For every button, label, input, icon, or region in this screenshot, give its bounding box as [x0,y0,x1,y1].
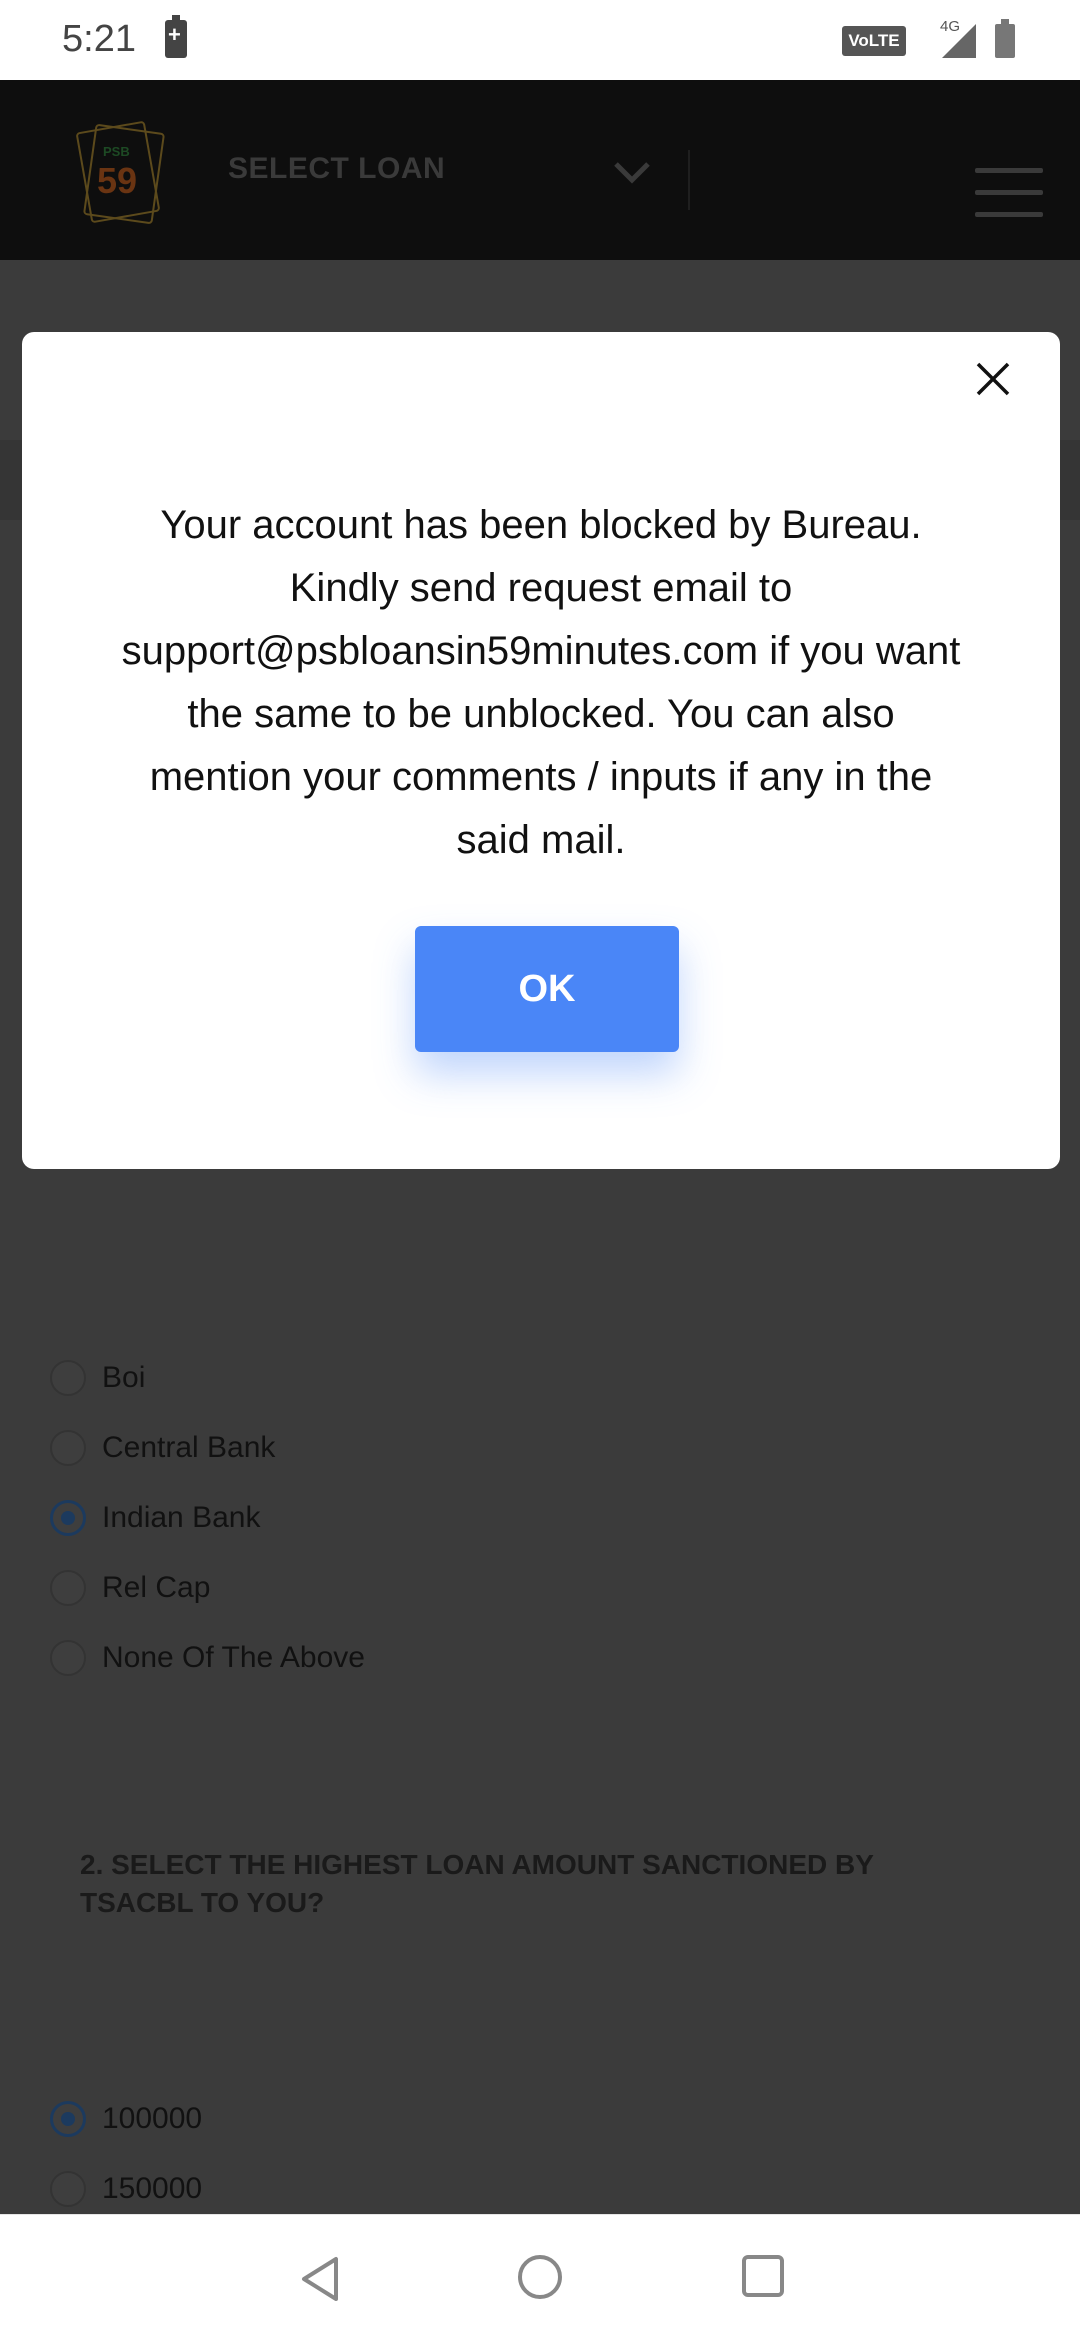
hamburger-menu-icon[interactable] [975,168,1043,218]
status-bar: 5:21 VoLTE 4G [0,0,1080,80]
question2-title: 2. SELECT THE HIGHEST LOAN AMOUNT SANCTI… [80,1849,874,1918]
question1-option[interactable]: Indian Bank [50,1493,260,1543]
radio-checked[interactable] [50,2101,86,2137]
question1-option-label: Boi [102,1361,146,1394]
question1-option[interactable]: Rel Cap [50,1563,210,1613]
close-icon[interactable] [970,356,1016,402]
radio-unchecked[interactable] [50,1430,86,1466]
question1-option[interactable]: Boi [50,1353,145,1403]
radio-checked[interactable] [50,1500,86,1536]
radio-unchecked[interactable] [50,1640,86,1676]
ok-button[interactable]: OK [415,926,679,1052]
question2-option[interactable]: 100000 [50,2094,202,2144]
radio-unchecked[interactable] [50,1570,86,1606]
status-time: 5:21 [62,18,136,60]
radio-unchecked[interactable] [50,2171,86,2207]
radio-unchecked[interactable] [50,1360,86,1396]
question2-option-label: 100000 [102,2102,203,2135]
question2-option[interactable]: 150000 [50,2164,202,2214]
battery-saver-icon [165,15,187,58]
volte-badge: VoLTE [842,26,906,56]
question1-option[interactable]: None Of The Above [50,1633,365,1683]
dialog-message: Your account has been blocked by Bureau.… [121,503,961,862]
signal-icon [942,24,976,58]
logo-number: 59 [97,160,138,201]
question1-option[interactable]: Central Bank [50,1423,275,1473]
header-divider [688,150,690,210]
select-loan-dropdown[interactable]: SELECT LOAN [228,152,445,186]
battery-icon [995,19,1015,58]
recents-icon[interactable] [742,2255,784,2297]
app-logo[interactable]: PSB 59 [75,118,167,228]
question2-option-label: 150000 [102,2172,203,2205]
question1-option-label: Rel Cap [102,1571,211,1604]
blocked-account-dialog: Your account has been blocked by Bureau.… [22,332,1060,1169]
app-header: PSB 59 SELECT LOAN [0,80,1080,260]
question1-option-label: Central Bank [102,1431,276,1464]
question1-option-label: Indian Bank [102,1501,261,1534]
chevron-down-icon[interactable] [612,160,652,186]
logo-text: PSB [103,144,130,159]
back-icon[interactable] [298,2255,342,2303]
home-icon[interactable] [518,2255,562,2299]
navigation-bar [0,2214,1080,2340]
question1-option-label: None Of The Above [102,1641,365,1674]
